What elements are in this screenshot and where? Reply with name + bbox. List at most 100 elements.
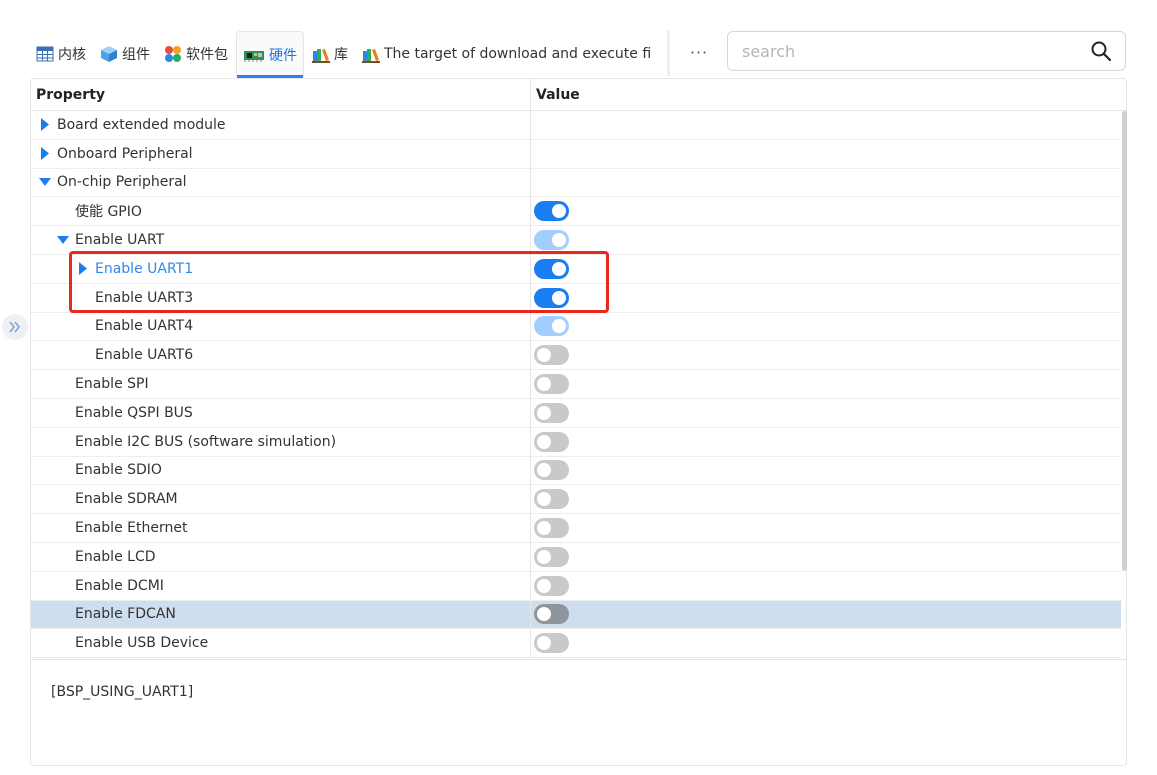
table-icon bbox=[36, 46, 54, 62]
caret-right-icon[interactable] bbox=[39, 118, 51, 132]
search-input[interactable] bbox=[728, 33, 1089, 69]
value-cell bbox=[531, 255, 1121, 283]
property-column-header[interactable]: Property bbox=[31, 79, 531, 111]
toggle-switch[interactable] bbox=[534, 201, 569, 222]
value-cell bbox=[531, 370, 1121, 398]
property-label: 使能 GPIO bbox=[75, 204, 142, 221]
tree-row[interactable]: Enable UART4 bbox=[31, 312, 1121, 342]
tree-row[interactable]: Enable I2C BUS (software simulation) bbox=[31, 427, 1121, 457]
tab-kernel[interactable]: 内核 bbox=[30, 31, 92, 77]
tree-row[interactable]: Enable DCMI bbox=[31, 571, 1121, 601]
toggle-knob bbox=[552, 261, 566, 276]
value-cell bbox=[531, 140, 1121, 168]
value-cell bbox=[531, 197, 1121, 225]
toggle-switch[interactable] bbox=[534, 518, 569, 539]
property-cell: Enable LCD bbox=[31, 542, 531, 571]
value-column-header[interactable]: Value bbox=[531, 79, 1121, 111]
scrollbar-thumb[interactable] bbox=[1122, 111, 1127, 571]
property-label: Enable QSPI BUS bbox=[75, 404, 193, 421]
property-label: Enable I2C BUS (software simulation) bbox=[75, 433, 337, 450]
toggle-knob bbox=[537, 521, 551, 536]
toggle-switch[interactable] bbox=[534, 402, 569, 423]
tree-row[interactable]: Enable UART bbox=[31, 226, 1121, 255]
property-cell: On-chip Peripheral bbox=[31, 168, 531, 197]
tree-row[interactable]: Enable SDRAM bbox=[31, 485, 1121, 515]
scrollbar[interactable] bbox=[1121, 111, 1127, 659]
property-label: Enable LCD bbox=[75, 548, 156, 565]
caret-down-icon[interactable] bbox=[57, 233, 69, 247]
toggle-knob bbox=[537, 348, 551, 363]
value-cell bbox=[531, 284, 1121, 312]
tree-row[interactable]: On-chip Peripheral bbox=[31, 168, 1121, 198]
property-cell: 使能 GPIO bbox=[31, 197, 531, 226]
toggle-knob bbox=[537, 549, 551, 564]
tab-label: 组件 bbox=[122, 47, 150, 63]
value-cell bbox=[531, 341, 1121, 369]
search-icon[interactable] bbox=[1089, 39, 1113, 63]
tab-library[interactable]: 库 bbox=[306, 31, 354, 77]
caret-right-icon[interactable] bbox=[39, 147, 51, 161]
tab-download-target[interactable]: The target of download and execute fi bbox=[356, 31, 657, 77]
tab-separator bbox=[667, 30, 670, 76]
value-cell bbox=[531, 601, 1121, 629]
toggle-knob bbox=[537, 463, 551, 478]
expand-sidebar-button[interactable] bbox=[2, 314, 28, 340]
search-box bbox=[727, 31, 1126, 71]
property-label: Enable UART1 bbox=[95, 260, 194, 277]
toggle-knob bbox=[552, 290, 566, 305]
property-label: Enable SDIO bbox=[75, 462, 162, 479]
tab-hardware[interactable]: 硬件 bbox=[236, 31, 304, 78]
tree-row[interactable]: Enable Ethernet bbox=[31, 514, 1121, 543]
property-cell: Enable UART1 bbox=[31, 254, 531, 283]
tree-row[interactable]: Enable USB Device bbox=[31, 629, 1121, 659]
tree-row[interactable]: Enable FDCAN bbox=[31, 600, 1121, 630]
property-cell: Enable UART6 bbox=[31, 341, 531, 370]
value-cell bbox=[531, 629, 1121, 657]
tab-packages[interactable]: 软件包 bbox=[158, 31, 234, 77]
toggle-switch[interactable] bbox=[534, 575, 569, 596]
tree-row[interactable]: Board extended module bbox=[31, 111, 1121, 140]
books-icon bbox=[362, 49, 380, 63]
tree-row[interactable]: 使能 GPIO bbox=[31, 197, 1121, 227]
property-cell: Board extended module bbox=[31, 111, 531, 139]
toggle-switch[interactable] bbox=[534, 345, 569, 366]
property-cell: Enable QSPI BUS bbox=[31, 398, 531, 427]
tree-row[interactable]: Enable UART1 bbox=[31, 254, 1121, 284]
toggle-switch[interactable] bbox=[534, 374, 569, 395]
more-tabs-button[interactable]: ··· bbox=[688, 40, 710, 68]
toggle-knob bbox=[537, 492, 551, 507]
property-label: Enable USB Device bbox=[75, 635, 209, 652]
tree-row[interactable]: Enable QSPI BUS bbox=[31, 398, 1121, 428]
caret-right-icon[interactable] bbox=[77, 262, 89, 276]
property-label: Onboard Peripheral bbox=[57, 145, 193, 162]
tree-row[interactable]: Enable SPI bbox=[31, 370, 1121, 399]
tree-row[interactable]: Enable SDIO bbox=[31, 456, 1121, 486]
tree-row[interactable]: Onboard Peripheral bbox=[31, 139, 1121, 169]
property-label: Enable UART bbox=[75, 232, 165, 249]
toggle-knob bbox=[537, 405, 551, 420]
property-panel: Property Value Board extended module Onbo… bbox=[30, 78, 1127, 766]
toggle-switch[interactable] bbox=[534, 604, 569, 625]
property-cell: Enable UART3 bbox=[31, 283, 531, 312]
tree-row[interactable]: Enable UART3 bbox=[31, 283, 1121, 313]
toggle-switch[interactable] bbox=[534, 258, 569, 279]
value-cell bbox=[531, 399, 1121, 427]
tree-row[interactable]: Enable UART6 bbox=[31, 341, 1121, 371]
puzzle-icon bbox=[165, 46, 181, 62]
toggle-switch[interactable] bbox=[534, 460, 569, 481]
cube-icon bbox=[101, 46, 117, 62]
toggle-switch[interactable] bbox=[534, 633, 569, 654]
tree-row[interactable]: Enable LCD bbox=[31, 542, 1121, 572]
toggle-knob bbox=[552, 204, 566, 219]
toggle-switch[interactable] bbox=[534, 546, 569, 567]
toggle-knob bbox=[537, 377, 551, 392]
property-cell: Enable SDIO bbox=[31, 456, 531, 485]
toggle-switch bbox=[534, 316, 569, 337]
tab-label: 硬件 bbox=[269, 47, 297, 64]
property-cell: Onboard Peripheral bbox=[31, 139, 531, 168]
toggle-switch[interactable] bbox=[534, 431, 569, 452]
toggle-switch[interactable] bbox=[534, 287, 569, 308]
caret-down-icon[interactable] bbox=[39, 175, 51, 189]
toggle-switch[interactable] bbox=[534, 489, 569, 510]
tab-components[interactable]: 组件 bbox=[94, 31, 156, 77]
